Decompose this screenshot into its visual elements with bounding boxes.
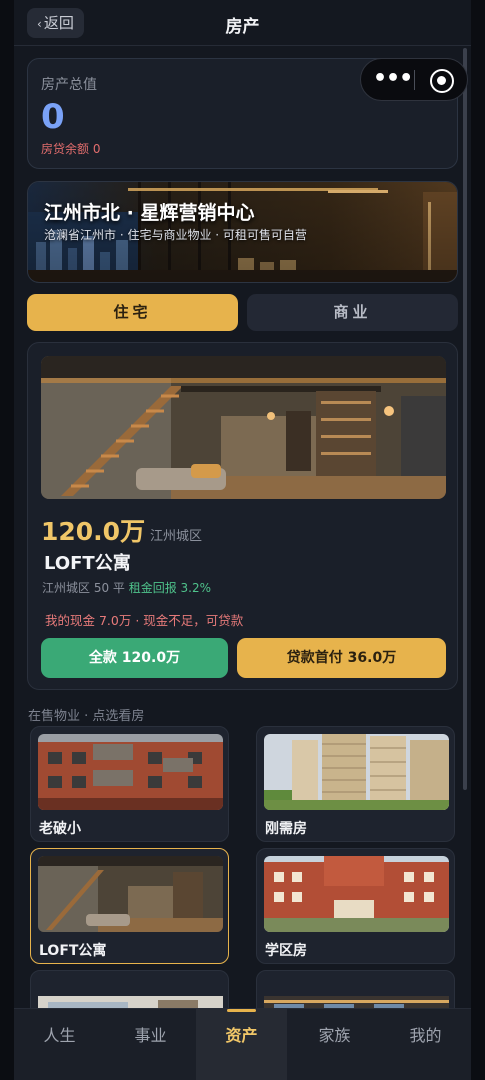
cash-notice: 我的现金 7.0万 · 现金不足，可贷款 <box>45 613 244 628</box>
tab-commercial[interactable]: 商业 <box>247 294 458 331</box>
mini-program-capsule: ••• <box>360 58 468 101</box>
sales-center-banner[interactable]: 江州市北 · 星辉营销中心 沧澜省江州市 · 住宅与商业物业 · 可租可售可自营 <box>27 181 458 283</box>
top-bar: ‹ 返回 房产 <box>14 0 471 46</box>
capsule-divider <box>414 70 415 90</box>
target-circle-icon[interactable] <box>430 69 454 93</box>
app-root: ‹ 返回 房产 房产总值 0 房贷余额 0 ••• 江州市北 · 星辉营销中心 … <box>14 0 471 1080</box>
nav-career[interactable]: 事业 <box>105 1009 196 1080</box>
featured-price: 120.0万 <box>41 517 146 546</box>
page-title: 房产 <box>225 17 260 37</box>
featured-meta: 江州城区 50 平 租金回报 3.2% <box>42 579 211 596</box>
featured-name: LOFT公寓 <box>44 553 131 574</box>
tab-residential[interactable]: 住宅 <box>27 294 238 331</box>
listing-name: 刚需房 <box>265 821 307 837</box>
nav-me[interactable]: 我的 <box>380 1009 471 1080</box>
featured-yield: 租金回报 3.2% <box>128 581 212 595</box>
listing-card-starter-home[interactable]: 刚需房 <box>256 726 455 842</box>
bottom-nav: 人生 事业 资产 家族 我的 <box>14 1008 471 1080</box>
nav-life[interactable]: 人生 <box>14 1009 105 1080</box>
banner-title: 江州市北 · 星辉营销中心 <box>44 202 255 224</box>
listings-section-label: 在售物业 · 点选看房 <box>28 709 145 724</box>
featured-district: 江州城区 <box>150 529 203 544</box>
total-value-label: 房产总值 <box>41 77 97 93</box>
buy-loan-button[interactable]: 贷款首付 36.0万 <box>237 638 446 678</box>
featured-property-card: 120.0万 江州城区 LOFT公寓 江州城区 50 平 租金回报 3.2% 我… <box>27 342 458 690</box>
scrollbar[interactable] <box>463 48 467 790</box>
listing-card-old-small[interactable]: 老破小 <box>30 726 229 842</box>
buy-full-button[interactable]: 全款 120.0万 <box>41 638 228 678</box>
nav-assets[interactable]: 资产 <box>196 1009 287 1080</box>
listing-image <box>38 856 223 932</box>
listing-card-loft[interactable]: LOFT公寓 <box>30 848 229 964</box>
loan-balance: 房贷余额 0 <box>41 142 101 156</box>
listing-card-school-district[interactable]: 学区房 <box>256 848 455 964</box>
listing-image <box>38 734 223 810</box>
listing-name: 老破小 <box>39 821 81 837</box>
featured-area-info: 江州城区 50 平 <box>42 581 125 595</box>
featured-property-image <box>41 356 446 499</box>
banner-subtitle: 沧澜省江州市 · 住宅与商业物业 · 可租可售可自营 <box>44 228 307 242</box>
total-value: 0 <box>41 97 65 137</box>
more-dots-icon[interactable]: ••• <box>373 67 413 93</box>
listing-name: LOFT公寓 <box>39 943 107 959</box>
listing-name: 学区房 <box>265 943 307 959</box>
listing-image <box>264 856 449 932</box>
listing-image <box>264 734 449 810</box>
nav-family[interactable]: 家族 <box>289 1009 380 1080</box>
